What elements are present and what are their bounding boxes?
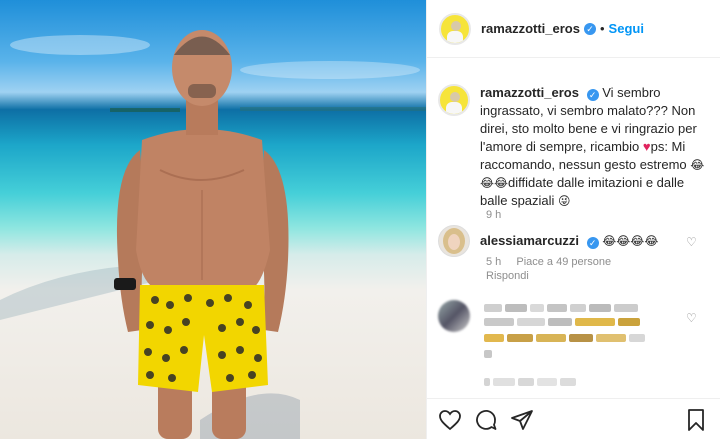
- verified-badge-icon: ✓: [586, 237, 599, 249]
- verified-badge-icon: ✓: [586, 89, 599, 101]
- comment-text: alessiamarcuzzi ✓ 😂😂😂😂: [480, 233, 658, 249]
- comment-emojis: 😂😂😂😂: [602, 234, 659, 248]
- comment-row: alessiamarcuzzi ✓ 😂😂😂😂: [438, 225, 708, 257]
- caption-part-3: diffidate dalle imitazioni e dalle balle…: [480, 175, 685, 208]
- comment-time: 5 h: [486, 256, 502, 268]
- post-photo[interactable]: [0, 0, 426, 439]
- heart-emoji: ♥: [642, 139, 651, 154]
- heart-icon[interactable]: [438, 408, 462, 432]
- blurred-avatar: [438, 300, 470, 332]
- share-icon[interactable]: [510, 408, 534, 432]
- blurred-comment-line-3: [484, 334, 645, 342]
- follow-button[interactable]: Segui: [609, 21, 644, 36]
- action-bar: [426, 398, 720, 439]
- blurred-comment-line-2: [484, 318, 640, 326]
- comment-likes[interactable]: Piace a 49 persone: [516, 256, 611, 268]
- comment-like-icon[interactable]: ♡: [686, 235, 697, 249]
- post-header: ramazzotti_eros ✓ • Segui: [427, 0, 720, 58]
- caption-avatar[interactable]: [438, 84, 470, 116]
- author-username[interactable]: ramazzotti_eros: [481, 21, 580, 36]
- caption-username[interactable]: ramazzotti_eros: [480, 85, 579, 100]
- separator-dot: •: [599, 21, 605, 36]
- blurred-comment-like-icon[interactable]: ♡: [686, 311, 697, 325]
- commenter-avatar[interactable]: [438, 225, 470, 257]
- blurred-comment-meta: [484, 378, 576, 386]
- reply-button[interactable]: Rispondi: [486, 270, 529, 282]
- beach-photo-illustration: [0, 30, 426, 439]
- caption: ramazzotti_eros ✓ Vi sembro ingrassato, …: [438, 84, 708, 210]
- wink-emoji: 😜: [558, 194, 571, 208]
- comment-meta: 5 h Piace a 49 persone: [486, 256, 623, 268]
- commenter-username[interactable]: alessiamarcuzzi: [480, 233, 579, 248]
- blurred-comment-line-4: [484, 350, 492, 358]
- blurred-comment-line-1: [484, 304, 638, 312]
- comment-icon[interactable]: [474, 408, 498, 432]
- verified-badge-icon: ✓: [583, 22, 596, 35]
- bookmark-icon[interactable]: [684, 408, 708, 432]
- post-side-panel: ramazzotti_eros ✓ • Segui: [426, 0, 720, 439]
- caption-text: ramazzotti_eros ✓ Vi sembro ingrassato, …: [480, 84, 708, 210]
- author-avatar[interactable]: [439, 12, 471, 45]
- caption-time: 9 h: [486, 209, 502, 221]
